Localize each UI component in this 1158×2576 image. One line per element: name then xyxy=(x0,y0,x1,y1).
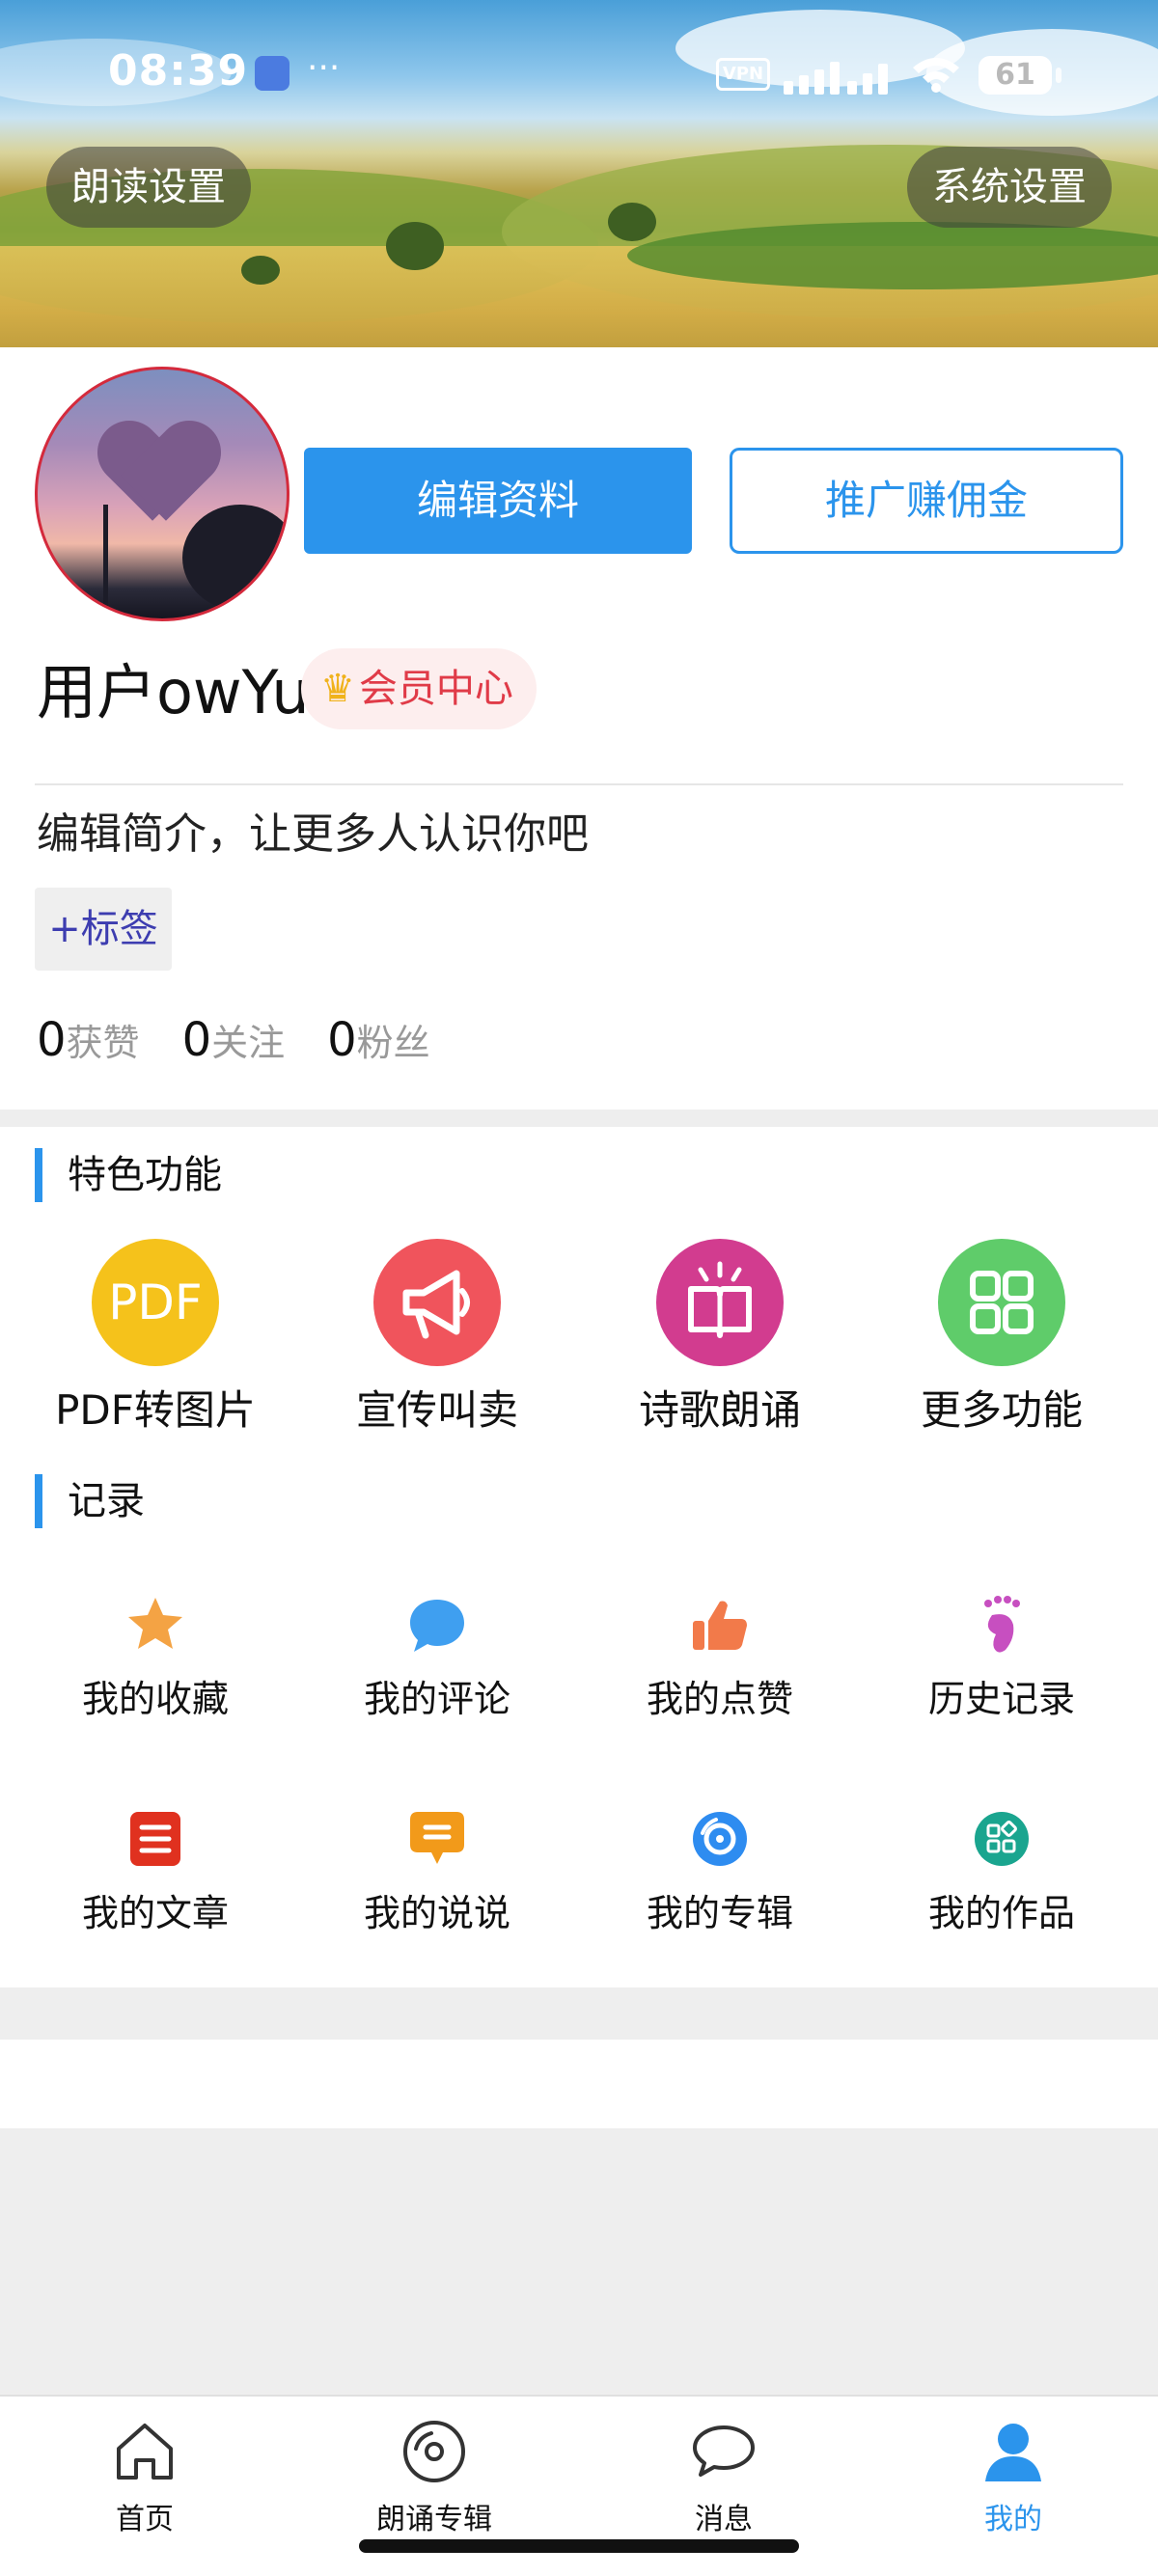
feature-pdf-to-image[interactable]: PDF PDF转图片 xyxy=(11,1239,300,1437)
stat-label: 粉丝 xyxy=(356,1022,430,1064)
crown-icon: ♛ xyxy=(320,667,355,711)
feature-more-functions[interactable]: 更多功能 xyxy=(857,1239,1146,1437)
stat-likes[interactable]: 0获赞 xyxy=(37,1013,140,1067)
stat-number: 0 xyxy=(181,1013,212,1067)
username: 用户owYu xyxy=(37,657,310,727)
chat-icon xyxy=(410,1812,464,1864)
tree-shape xyxy=(386,222,444,270)
divider xyxy=(35,783,1123,785)
home-icon xyxy=(117,2424,173,2480)
avatar-lamp-post xyxy=(103,505,108,618)
tree-shape xyxy=(608,203,656,241)
album-icon xyxy=(693,1812,747,1866)
record-label: 我的点赞 xyxy=(646,1678,793,1720)
wifi-icon xyxy=(913,58,959,93)
comment-icon xyxy=(410,1600,464,1652)
record-my-works[interactable]: 我的作品 xyxy=(857,1808,1146,1936)
home-indicator xyxy=(359,2539,799,2553)
message-icon xyxy=(693,2425,755,2477)
system-settings-button[interactable]: 系统设置 xyxy=(907,147,1112,228)
feature-label: 宣传叫卖 xyxy=(355,1386,518,1434)
vip-center-label: 会员中心 xyxy=(358,667,513,711)
tab-label: 消息 xyxy=(695,2503,753,2536)
records-title: 记录 xyxy=(35,1474,145,1528)
stat-label: 关注 xyxy=(211,1022,286,1064)
stat-label: 获赞 xyxy=(66,1022,140,1064)
tree-shape xyxy=(241,256,280,285)
record-my-articles[interactable]: 我的文章 xyxy=(11,1808,300,1936)
disc-icon xyxy=(403,2421,465,2482)
feature-label: 更多功能 xyxy=(920,1386,1083,1434)
tab-home[interactable]: 首页 xyxy=(0,2397,290,2537)
works-icon xyxy=(975,1812,1029,1866)
add-tag-button[interactable]: +标签 xyxy=(35,888,172,971)
avatar[interactable] xyxy=(35,367,290,621)
status-bar: 08:39 ··· VPN 61 xyxy=(0,0,1158,145)
record-label: 我的专辑 xyxy=(646,1892,793,1934)
vip-center-button[interactable]: ♛ 会员中心 xyxy=(301,648,537,729)
edit-profile-button[interactable]: 编辑资料 xyxy=(304,448,692,554)
stat-followers[interactable]: 0粉丝 xyxy=(327,1013,430,1067)
tab-recital-albums[interactable]: 朗诵专辑 xyxy=(290,2397,579,2537)
vpn-icon: VPN xyxy=(716,58,770,91)
tab-mine[interactable]: 我的 xyxy=(868,2397,1158,2537)
record-label: 我的评论 xyxy=(363,1678,510,1720)
features-section: 特色功能 PDF PDF转图片 宣传叫卖 诗歌朗诵 更多功能 记录 我的收藏 我… xyxy=(0,1127,1158,1987)
record-my-favorites[interactable]: 我的收藏 xyxy=(11,1594,300,1722)
star-icon xyxy=(128,1598,182,1649)
feature-poetry-recital[interactable]: 诗歌朗诵 xyxy=(575,1239,865,1437)
record-my-likes[interactable]: 我的点赞 xyxy=(575,1594,865,1722)
book-icon xyxy=(656,1239,784,1366)
more-notifications-icon: ··· xyxy=(307,48,341,88)
tab-messages[interactable]: 消息 xyxy=(579,2397,868,2537)
grid-icon xyxy=(938,1239,1065,1366)
tab-label: 首页 xyxy=(116,2503,174,2536)
record-label: 我的收藏 xyxy=(81,1678,229,1720)
app-notification-icon xyxy=(255,56,290,91)
record-label: 我的作品 xyxy=(927,1892,1075,1934)
feature-promote-sell[interactable]: 宣传叫卖 xyxy=(292,1239,582,1437)
stat-number: 0 xyxy=(37,1013,67,1067)
feature-label: PDF转图片 xyxy=(55,1386,256,1434)
thumbs-up-icon xyxy=(693,1601,747,1650)
footprint-icon xyxy=(984,1596,1020,1653)
user-icon xyxy=(985,2424,1041,2481)
record-label: 历史记录 xyxy=(927,1678,1075,1720)
stat-number: 0 xyxy=(327,1013,357,1067)
promote-earn-button[interactable]: 推广赚佣金 xyxy=(730,448,1123,554)
profile-stats: 0获赞 0关注 0粉丝 xyxy=(37,1013,430,1100)
tab-label: 朗诵专辑 xyxy=(376,2503,492,2536)
signal-icon xyxy=(784,62,888,95)
avatar-tree-silhouette xyxy=(182,505,287,611)
record-my-albums[interactable]: 我的专辑 xyxy=(575,1808,865,1936)
profile-card: 编辑资料 推广赚佣金 用户owYu ♛ 会员中心 编辑简介，让更多人认识你吧 +标… xyxy=(0,347,1158,1110)
record-label: 我的文章 xyxy=(81,1892,229,1934)
stat-following[interactable]: 0关注 xyxy=(182,1013,286,1067)
status-time: 08:39 xyxy=(108,46,249,96)
profile-page: { "status_bar": {"time": "08:39", "vpn":… xyxy=(0,0,1158,2576)
article-icon xyxy=(130,1812,180,1866)
record-history[interactable]: 历史记录 xyxy=(857,1594,1146,1722)
blank-band xyxy=(0,2040,1158,2128)
megaphone-icon xyxy=(373,1239,501,1366)
battery-icon: 61 xyxy=(979,56,1062,95)
features-title: 特色功能 xyxy=(35,1148,222,1202)
record-my-comments[interactable]: 我的评论 xyxy=(292,1594,582,1722)
record-label: 我的说说 xyxy=(363,1892,510,1934)
pdf-icon-text: PDF xyxy=(108,1274,203,1330)
pdf-icon: PDF xyxy=(92,1239,219,1366)
read-settings-button[interactable]: 朗读设置 xyxy=(46,147,251,228)
feature-label: 诗歌朗诵 xyxy=(638,1386,801,1434)
header-banner: 08:39 ··· VPN 61 朗读设置 系统设置 xyxy=(0,0,1158,347)
bio-edit-prompt[interactable]: 编辑简介，让更多人认识你吧 xyxy=(37,801,589,868)
tab-label: 我的 xyxy=(984,2503,1042,2536)
record-my-posts[interactable]: 我的说说 xyxy=(292,1808,582,1936)
